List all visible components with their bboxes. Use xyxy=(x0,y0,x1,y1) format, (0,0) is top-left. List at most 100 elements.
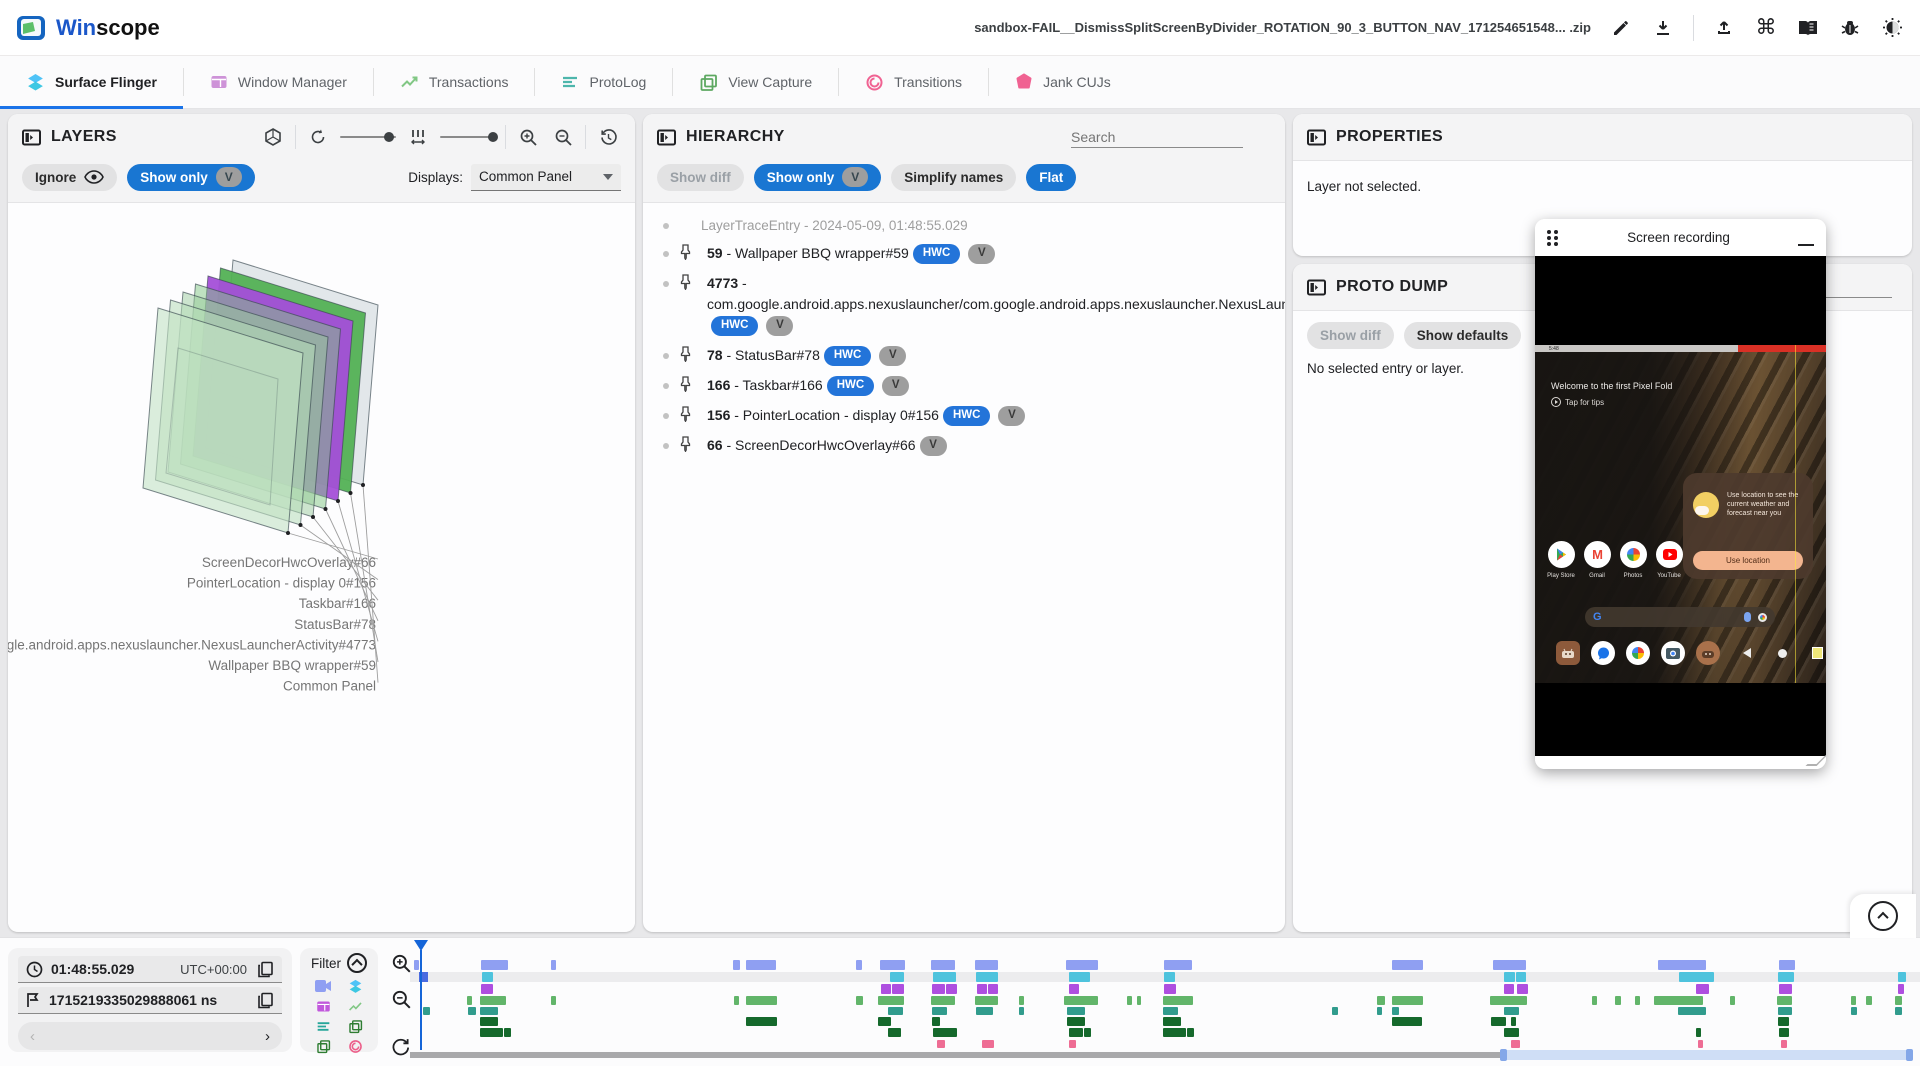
weather-widget: Use location to see the current weather … xyxy=(1683,473,1813,579)
google-search-bar[interactable]: G xyxy=(1585,607,1775,627)
screen-recording-block xyxy=(733,960,740,970)
use-location-button[interactable]: Use location xyxy=(1693,551,1803,570)
app-title: Winscope xyxy=(56,15,160,41)
documentation-icon[interactable] xyxy=(1796,16,1820,40)
timeline-strip[interactable] xyxy=(0,938,1920,1066)
tab-view-capture[interactable]: View Capture xyxy=(673,56,838,108)
hierarchy-row[interactable]: 4773 - com.google.android.apps.nexuslaun… xyxy=(649,269,1271,341)
window-manager-block xyxy=(932,984,945,994)
tab-jank-cujs[interactable]: Jank CUJs xyxy=(989,56,1137,108)
trace-file-name: sandbox-FAIL__DismissSplitScreenByDivide… xyxy=(974,20,1591,35)
hierarchy-row[interactable]: 166 - Taskbar#166HWCV xyxy=(649,371,1271,401)
edit-icon[interactable] xyxy=(1609,16,1633,40)
messages-icon[interactable] xyxy=(1591,641,1615,665)
zoom-in-icon[interactable] xyxy=(515,124,541,150)
photos-icon[interactable] xyxy=(1620,541,1647,568)
tab-protolog[interactable]: ProtoLog xyxy=(535,56,672,108)
collapse-timeline-button[interactable] xyxy=(1868,901,1898,931)
layer-3d-label: PointerLocation - display 0#156 xyxy=(187,576,376,591)
screen-recording-block xyxy=(746,960,776,970)
pin-icon[interactable] xyxy=(679,244,692,260)
rotation-icon[interactable] xyxy=(305,124,331,150)
3d-view-icon[interactable] xyxy=(260,124,286,150)
view-capture-2-block xyxy=(1163,1028,1186,1037)
tab-surface-flinger[interactable]: Surface Flinger xyxy=(0,56,183,108)
show-diff-button[interactable]: Show diff xyxy=(657,164,744,191)
timeline-cursor-line[interactable] xyxy=(420,950,422,1050)
hierarchy-row[interactable]: 59 - Wallpaper BBQ wrapper#59HWCV xyxy=(649,239,1271,269)
hierarchy-row[interactable]: 156 - PointerLocation - display 0#156HWC… xyxy=(649,401,1271,431)
dark-mode-icon[interactable] xyxy=(1880,16,1904,40)
tab-transitions[interactable]: Transitions xyxy=(839,56,988,108)
gmail-icon[interactable]: M xyxy=(1584,541,1611,568)
android-circle-icon[interactable] xyxy=(1696,641,1720,665)
view-capture-1-block xyxy=(1067,1017,1085,1026)
transactions-block xyxy=(1392,996,1423,1005)
view-capture-1-block xyxy=(1392,1017,1422,1026)
spacing-icon[interactable] xyxy=(405,124,431,150)
play-store-icon[interactable] xyxy=(1548,541,1575,568)
window-manager-block xyxy=(481,984,493,994)
camera-icon[interactable] xyxy=(1661,641,1685,665)
screen-recording-window[interactable]: Screen recording 5:48 Welcome to the fir… xyxy=(1535,219,1826,769)
surface-flinger-block xyxy=(890,972,904,982)
chrome-icon[interactable] xyxy=(1626,641,1650,665)
bullet-icon xyxy=(663,443,669,449)
transactions-block xyxy=(1635,996,1640,1005)
screen-recording-titlebar[interactable]: Screen recording xyxy=(1535,219,1826,256)
tab-transactions[interactable]: Transactions xyxy=(374,56,535,108)
pin-icon[interactable] xyxy=(679,406,692,422)
show-defaults-button[interactable]: Show defaults xyxy=(1404,322,1522,349)
transactions-block xyxy=(975,996,998,1005)
hierarchy-search-input[interactable] xyxy=(1071,127,1243,148)
flat-button[interactable]: Flat xyxy=(1026,164,1076,191)
shortcuts-icon[interactable]: ⌘ xyxy=(1754,16,1778,40)
transactions-block xyxy=(878,996,904,1005)
lens-icon[interactable] xyxy=(1758,613,1767,622)
pin-icon[interactable] xyxy=(679,274,692,290)
ignore-button[interactable]: Ignore xyxy=(22,164,117,191)
timeline-overview-selection[interactable] xyxy=(1500,1050,1912,1060)
pin-icon[interactable] xyxy=(679,376,692,392)
surface-flinger-block xyxy=(1504,972,1515,982)
mic-icon[interactable] xyxy=(1744,612,1751,622)
tab-window-manager[interactable]: Window Manager xyxy=(184,56,373,108)
minimize-icon[interactable] xyxy=(1798,230,1814,246)
transactions-block xyxy=(1019,996,1024,1005)
nav-overview-icon[interactable] xyxy=(1812,647,1823,659)
screen-recording-block xyxy=(481,960,508,970)
reset-view-icon[interactable] xyxy=(595,124,621,150)
zoom-out-icon[interactable] xyxy=(550,124,576,150)
youtube-icon[interactable] xyxy=(1656,541,1683,568)
overview-left-handle[interactable] xyxy=(1500,1049,1507,1061)
hierarchy-root[interactable]: LayerTraceEntry - 2024-05-09, 01:48:55.0… xyxy=(649,213,1271,239)
timeline-overview-bar[interactable] xyxy=(410,1052,1500,1058)
upload-icon[interactable] xyxy=(1712,16,1736,40)
show-diff-button[interactable]: Show diff xyxy=(1307,322,1394,349)
displays-select[interactable]: Common Panel xyxy=(471,164,621,191)
show-only-v-button[interactable]: Show only V xyxy=(127,164,255,191)
protolog-block xyxy=(932,1007,947,1015)
pin-icon[interactable] xyxy=(679,346,692,362)
simplify-names-button[interactable]: Simplify names xyxy=(891,164,1016,191)
transactions-block xyxy=(1777,996,1792,1005)
layers-3d-view[interactable]: ScreenDecorHwcOverlay#66PointerLocation … xyxy=(8,203,635,931)
screen-recording-block xyxy=(931,960,955,970)
resize-handle-icon[interactable] xyxy=(1806,755,1827,766)
pin-icon[interactable] xyxy=(679,436,692,452)
nav-back-icon[interactable] xyxy=(1743,648,1751,658)
drag-handle-icon[interactable] xyxy=(1547,230,1559,246)
download-icon[interactable] xyxy=(1651,16,1675,40)
hwc-chip: HWC xyxy=(943,406,990,426)
overview-right-handle[interactable] xyxy=(1906,1049,1913,1061)
hierarchy-row[interactable]: 66 - ScreenDecorHwcOverlay#66V xyxy=(649,431,1271,461)
rotation-slider[interactable] xyxy=(340,136,396,138)
dock-app-icon[interactable] xyxy=(1556,641,1580,665)
window-manager-block xyxy=(946,984,957,994)
show-only-v-button[interactable]: Show only V xyxy=(754,164,882,191)
spacing-slider[interactable] xyxy=(440,136,496,138)
hierarchy-row[interactable]: 78 - StatusBar#78HWCV xyxy=(649,341,1271,371)
report-bug-icon[interactable] xyxy=(1838,16,1862,40)
toolbar-divider xyxy=(1693,15,1694,41)
nav-home-icon[interactable] xyxy=(1778,649,1787,658)
